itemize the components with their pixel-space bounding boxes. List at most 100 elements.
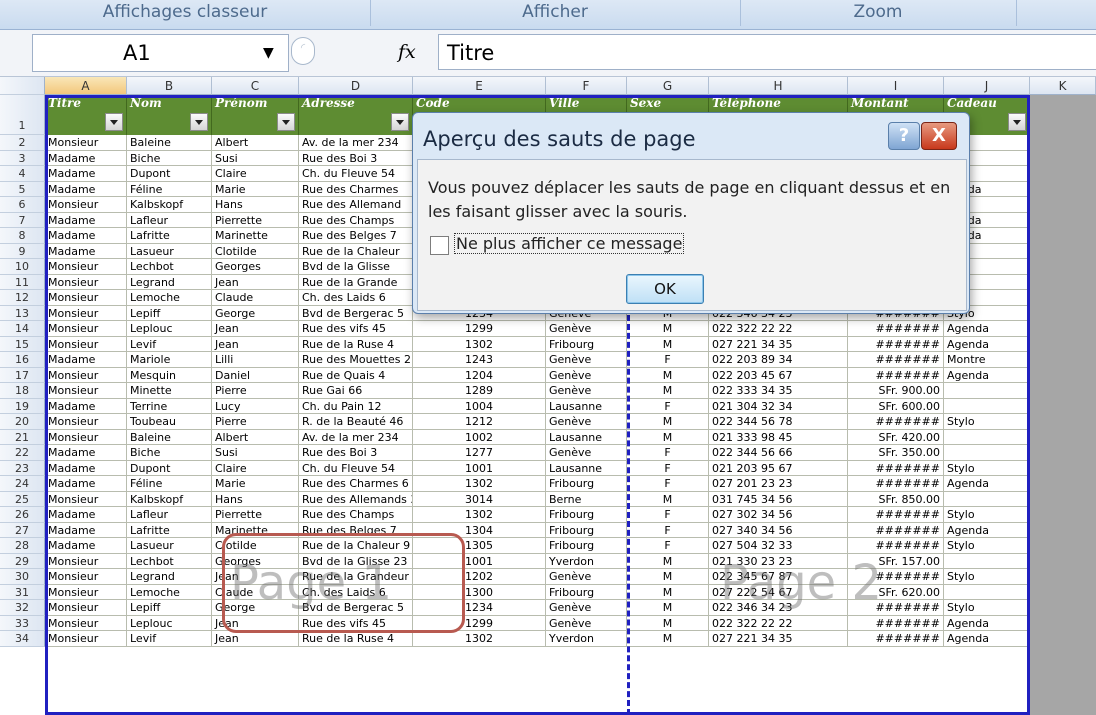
table-cell[interactable]: Mesquin bbox=[127, 367, 212, 383]
row-header[interactable]: 17 bbox=[0, 367, 45, 383]
table-cell[interactable]: Madame bbox=[45, 212, 127, 228]
table-cell[interactable]: Madame bbox=[45, 507, 127, 523]
table-cell[interactable]: Pierrette bbox=[212, 212, 299, 228]
row-header[interactable]: 21 bbox=[0, 429, 45, 445]
table-cell[interactable]: Lechbot bbox=[127, 553, 212, 569]
table-cell[interactable]: Fribourg bbox=[546, 584, 627, 600]
table-cell[interactable]: F bbox=[627, 445, 709, 461]
table-cell[interactable]: 1277 bbox=[413, 445, 546, 461]
table-cell[interactable]: Genève bbox=[546, 414, 627, 430]
table-cell[interactable]: F bbox=[627, 476, 709, 492]
table-cell[interactable]: Monsieur bbox=[45, 615, 127, 631]
table-cell[interactable]: Hans bbox=[212, 491, 299, 507]
table-cell[interactable]: 1302 bbox=[413, 336, 546, 352]
table-cell[interactable]: Rue des Boi 3 bbox=[299, 445, 413, 461]
table-cell[interactable]: F bbox=[627, 507, 709, 523]
row-header[interactable]: 15 bbox=[0, 336, 45, 352]
table-cell[interactable]: Agenda bbox=[944, 615, 1030, 631]
table-cell[interactable]: ####### bbox=[848, 336, 944, 352]
table-cell[interactable]: Genève bbox=[546, 615, 627, 631]
row-header[interactable]: 32 bbox=[0, 600, 45, 616]
table-cell[interactable]: Lepiff bbox=[127, 305, 212, 321]
table-cell[interactable]: R. de la Beauté 46 bbox=[299, 414, 413, 430]
table-cell[interactable]: Claire bbox=[212, 166, 299, 182]
table-cell[interactable]: Dupont bbox=[127, 166, 212, 182]
filter-dropdown-icon[interactable] bbox=[105, 113, 123, 131]
header-cell-b[interactable]: Nom bbox=[127, 95, 212, 135]
dont-show-label[interactable]: Ne plus afficher ce message bbox=[454, 233, 685, 254]
table-cell[interactable]: Lasueur bbox=[127, 243, 212, 259]
column-header-b[interactable]: B bbox=[127, 77, 212, 95]
table-cell[interactable]: Yverdon bbox=[546, 631, 627, 647]
table-cell[interactable]: Fribourg bbox=[546, 538, 627, 554]
table-cell[interactable]: Marie bbox=[212, 476, 299, 492]
table-cell[interactable]: 027 504 32 33 bbox=[709, 538, 848, 554]
table-cell[interactable]: Madame bbox=[45, 445, 127, 461]
table-cell[interactable]: Mariole bbox=[127, 352, 212, 368]
table-cell[interactable]: Lilli bbox=[212, 352, 299, 368]
table-cell[interactable]: Georges bbox=[212, 259, 299, 275]
table-cell[interactable]: Lausanne bbox=[546, 398, 627, 414]
table-cell[interactable]: Stylo bbox=[944, 538, 1030, 554]
select-all-corner[interactable] bbox=[0, 77, 45, 95]
table-cell[interactable]: Clotilde bbox=[212, 243, 299, 259]
table-cell[interactable]: 1305 bbox=[413, 538, 546, 554]
table-cell[interactable]: Jean bbox=[212, 321, 299, 337]
table-cell[interactable]: Clotilde bbox=[212, 538, 299, 554]
table-cell[interactable]: SFr. 900.00 bbox=[848, 383, 944, 399]
table-cell[interactable]: Genève bbox=[546, 367, 627, 383]
table-cell[interactable]: ####### bbox=[848, 352, 944, 368]
column-header-g[interactable]: G bbox=[627, 77, 709, 95]
table-cell[interactable]: Berne bbox=[546, 491, 627, 507]
table-cell[interactable]: Monsieur bbox=[45, 321, 127, 337]
table-cell[interactable]: SFr. 157.00 bbox=[848, 553, 944, 569]
table-cell[interactable]: Lemoche bbox=[127, 290, 212, 306]
table-cell[interactable]: Albert bbox=[212, 429, 299, 445]
row-header[interactable]: 3 bbox=[0, 150, 45, 166]
table-cell[interactable] bbox=[944, 445, 1030, 461]
table-cell[interactable]: M bbox=[627, 631, 709, 647]
help-button[interactable]: ? bbox=[888, 122, 920, 150]
row-header[interactable]: 27 bbox=[0, 522, 45, 538]
table-cell[interactable]: Féline bbox=[127, 476, 212, 492]
table-cell[interactable]: Av. de la mer 234 bbox=[299, 429, 413, 445]
row-header[interactable]: 23 bbox=[0, 460, 45, 476]
table-cell[interactable]: Lasueur bbox=[127, 538, 212, 554]
table-cell[interactable]: Bvd de la Glisse 23 bbox=[299, 553, 413, 569]
table-cell[interactable]: Baleine bbox=[127, 135, 212, 151]
table-cell[interactable]: 027 340 34 56 bbox=[709, 522, 848, 538]
table-cell[interactable]: Stylo bbox=[944, 414, 1030, 430]
table-cell[interactable]: Lafritte bbox=[127, 228, 212, 244]
table-cell[interactable]: Rue des vifs 45 bbox=[299, 321, 413, 337]
table-cell[interactable]: 027 222 54 67 bbox=[709, 584, 848, 600]
table-cell[interactable]: Ch. du Fleuve 54 bbox=[299, 460, 413, 476]
table-cell[interactable]: Montre bbox=[944, 352, 1030, 368]
table-cell[interactable]: F bbox=[627, 398, 709, 414]
table-cell[interactable]: Rue des Champs bbox=[299, 507, 413, 523]
table-cell[interactable]: Rue des Boi 3 bbox=[299, 150, 413, 166]
table-cell[interactable]: 3014 bbox=[413, 491, 546, 507]
table-cell[interactable]: 1243 bbox=[413, 352, 546, 368]
table-cell[interactable]: Lafleur bbox=[127, 507, 212, 523]
row-header[interactable]: 7 bbox=[0, 212, 45, 228]
dont-show-checkbox[interactable] bbox=[430, 236, 449, 255]
row-header[interactable]: 11 bbox=[0, 274, 45, 290]
row-header[interactable]: 9 bbox=[0, 243, 45, 259]
table-cell[interactable]: Monsieur bbox=[45, 274, 127, 290]
table-cell[interactable]: Ch. du Fleuve 54 bbox=[299, 166, 413, 182]
table-cell[interactable]: Rue de la Chaleur bbox=[299, 243, 413, 259]
table-cell[interactable] bbox=[944, 584, 1030, 600]
table-cell[interactable]: Fribourg bbox=[546, 507, 627, 523]
table-cell[interactable]: Marinette bbox=[212, 522, 299, 538]
table-cell[interactable]: 027 221 34 35 bbox=[709, 631, 848, 647]
table-cell[interactable]: Madame bbox=[45, 243, 127, 259]
column-header-d[interactable]: D bbox=[299, 77, 413, 95]
row-header[interactable]: 20 bbox=[0, 414, 45, 430]
table-cell[interactable]: ####### bbox=[848, 414, 944, 430]
table-cell[interactable]: Genève bbox=[546, 352, 627, 368]
row-header[interactable]: 10 bbox=[0, 259, 45, 275]
row-header[interactable]: 31 bbox=[0, 584, 45, 600]
table-cell[interactable]: 022 346 34 23 bbox=[709, 600, 848, 616]
table-cell[interactable]: 1002 bbox=[413, 429, 546, 445]
table-cell[interactable]: Rue de Quais 4 bbox=[299, 367, 413, 383]
